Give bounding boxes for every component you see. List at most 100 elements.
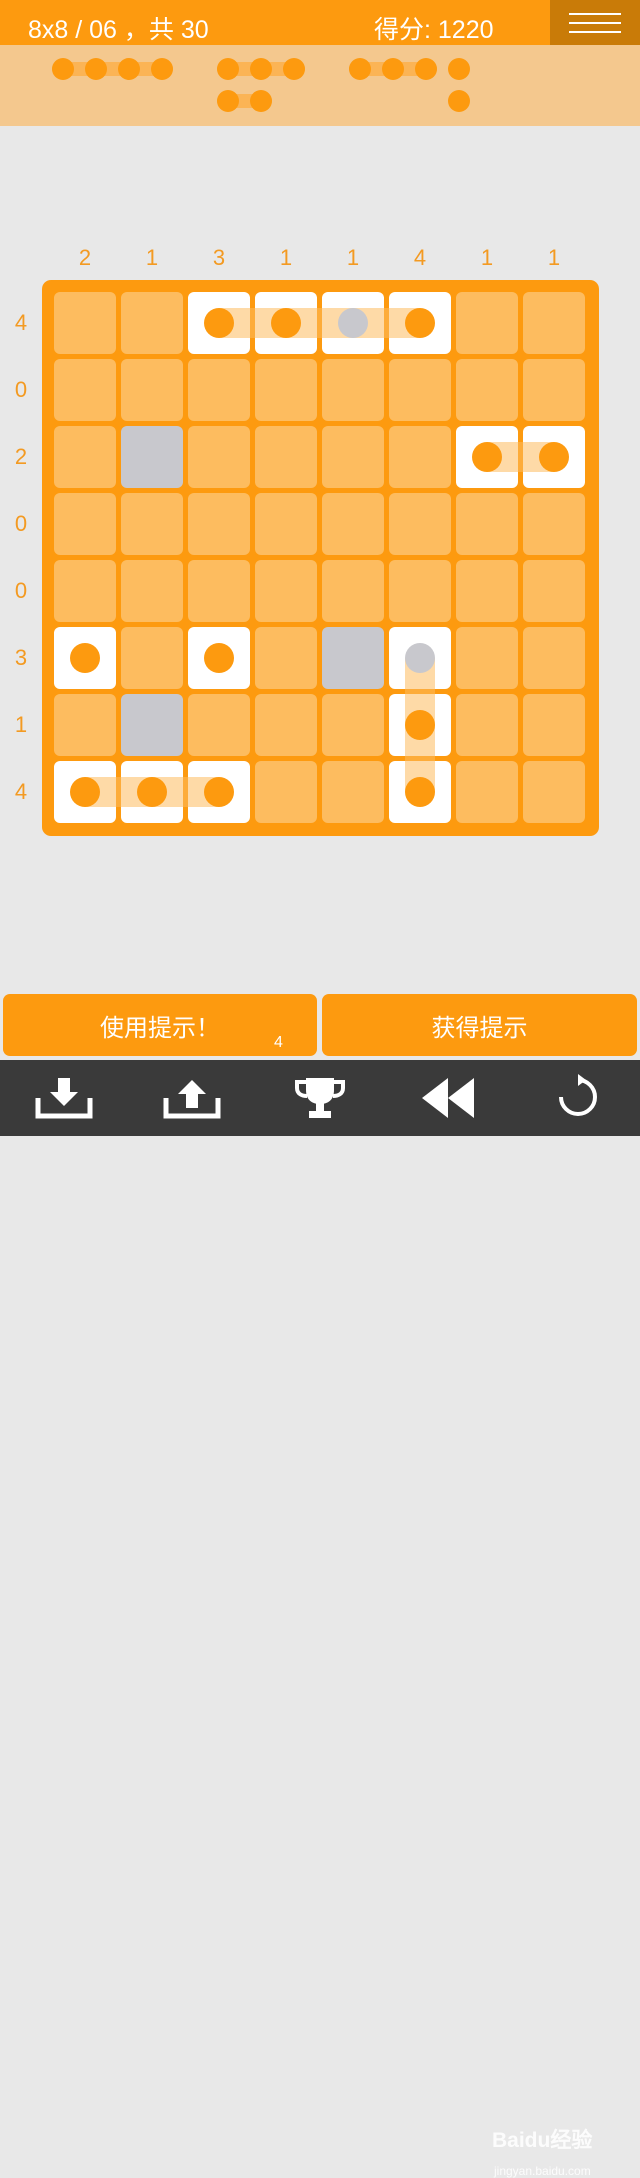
upload-button[interactable] [162,1072,222,1122]
rewind-icon [422,1078,474,1118]
grid-cell[interactable] [255,694,317,756]
menu-icon-line [569,31,621,33]
ship-segment [539,442,569,472]
use-hint-button[interactable]: 使用提示！ [3,994,317,1056]
ship-segment [405,710,435,740]
piece-dot [217,90,239,112]
column-clue: 3 [212,245,226,270]
grid-cell[interactable] [188,426,250,488]
grid-cell[interactable] [121,694,183,756]
row-clue: 4 [14,779,28,804]
grid-cell[interactable] [121,493,183,555]
grid-cell[interactable] [322,627,384,689]
bottom-toolbar: Baidu经验 jingyan.baidu.com [0,1060,640,2178]
grid-cell[interactable] [54,426,116,488]
grid-cell[interactable] [456,627,518,689]
row-clue: 0 [14,578,28,603]
grid-cell[interactable] [389,426,451,488]
ship-segment [472,442,502,472]
download-icon [35,1078,93,1119]
grid-cell[interactable] [121,560,183,622]
column-clue: 1 [346,245,360,270]
grid-cell[interactable] [322,359,384,421]
grid-cell[interactable] [523,359,585,421]
grid-cell[interactable] [456,493,518,555]
grid-cell[interactable] [121,359,183,421]
column-clue: 1 [279,245,293,270]
grid-cell[interactable] [523,493,585,555]
grid-cell[interactable] [389,560,451,622]
column-clue: 2 [78,245,92,270]
grid-cell[interactable] [322,694,384,756]
game-board [42,280,599,836]
pieces-panel [0,45,640,126]
ship-segment [204,308,234,338]
menu-button[interactable] [550,0,640,45]
rewind-button[interactable] [418,1072,478,1122]
menu-icon [569,13,621,15]
grid-cell[interactable] [255,359,317,421]
grid-cell[interactable] [523,694,585,756]
row-clue: 0 [14,511,28,536]
grid-cell[interactable] [255,761,317,823]
piece-dot [118,58,140,80]
download-button[interactable] [34,1072,94,1122]
grid-cell[interactable] [121,292,183,354]
grid-cell[interactable] [54,493,116,555]
grid-cell[interactable] [523,292,585,354]
get-hint-button[interactable]: 获得提示 [322,994,637,1056]
grid-cell[interactable] [322,761,384,823]
watermark-logo: Baidu经验 [492,2129,593,2152]
ship-segment [70,777,100,807]
grid-cell[interactable] [255,493,317,555]
grid-cell[interactable] [54,292,116,354]
grid-cell[interactable] [121,426,183,488]
grid-cell[interactable] [523,627,585,689]
ship-segment [271,308,301,338]
grid-cell[interactable] [54,694,116,756]
hint-count-badge: 4 [274,1034,283,1051]
grid-cell[interactable] [188,359,250,421]
grid-cell[interactable] [188,694,250,756]
piece-dot [250,90,272,112]
row-clue: 3 [14,645,28,670]
ship-segment [204,777,234,807]
score-display: 得分: 1220 [374,16,494,44]
grid-cell[interactable] [456,560,518,622]
piece-dot [448,90,470,112]
ship-segment [137,777,167,807]
grid-cell[interactable] [188,560,250,622]
piece-dot [283,58,305,80]
upload-icon [163,1080,221,1119]
trophy-button[interactable] [290,1072,350,1122]
grid-cell[interactable] [523,761,585,823]
top-bar: 8x8 / 06 ，共 30 得分: 1220 [0,0,640,45]
ship-connector [219,308,420,338]
column-clue: 1 [480,245,494,270]
ship-segment [405,643,435,673]
grid-cell[interactable] [54,359,116,421]
grid-cell[interactable] [121,627,183,689]
grid-cell[interactable] [255,627,317,689]
ship-segment [405,777,435,807]
grid-cell[interactable] [255,560,317,622]
grid-cell[interactable] [389,493,451,555]
grid-cell[interactable] [456,694,518,756]
restart-button[interactable] [548,1072,608,1122]
grid-cell[interactable] [389,359,451,421]
grid-cell[interactable] [188,493,250,555]
grid-cell[interactable] [255,426,317,488]
grid-cell[interactable] [322,426,384,488]
grid-cell[interactable] [54,560,116,622]
grid-cell[interactable] [523,560,585,622]
menu-icon-line [569,22,621,24]
grid-cell[interactable] [456,359,518,421]
grid-cell[interactable] [322,560,384,622]
ship-segment [338,308,368,338]
row-clue: 4 [14,310,28,335]
use-hint-label: 使用提示！ [100,1014,220,1042]
grid-cell[interactable] [456,292,518,354]
grid-cell[interactable] [456,761,518,823]
ship-segment [70,643,100,673]
grid-cell[interactable] [322,493,384,555]
